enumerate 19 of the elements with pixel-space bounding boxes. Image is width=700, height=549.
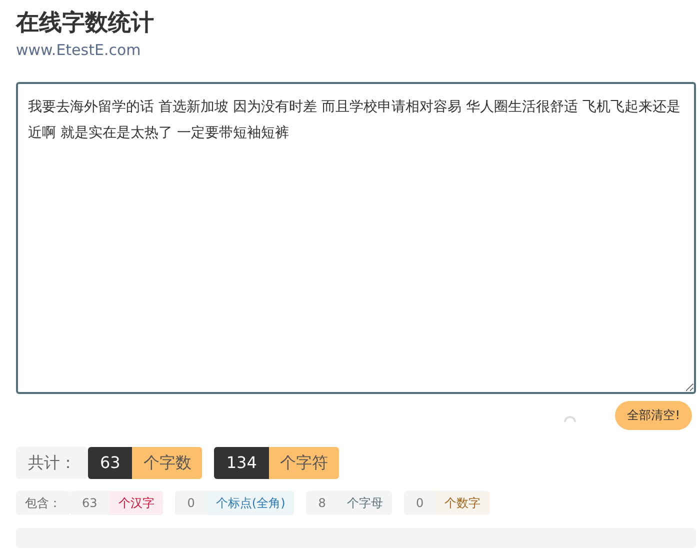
unit-badge: 个字数 <box>132 447 202 479</box>
unit-badge: 个字母 <box>338 491 392 515</box>
contains-label: 包含： <box>16 491 70 515</box>
count-badge: 0 <box>175 491 207 515</box>
unit-badge: 个字符 <box>268 447 339 479</box>
count-badge: 134 <box>214 447 269 479</box>
count-badge: 63 <box>70 491 110 515</box>
page-title: 在线字数统计 <box>16 9 154 38</box>
unit-badge: 个汉字 <box>109 491 164 515</box>
clear-all-button[interactable]: 全部清空! <box>615 400 692 430</box>
count-badge: 63 <box>88 447 132 479</box>
count-badge: 0 <box>404 491 436 515</box>
loading-spinner-icon <box>563 413 578 423</box>
unit-badge: 个标点(全角) <box>206 491 294 515</box>
count-badge: 8 <box>306 491 338 515</box>
text-input-field[interactable]: 我要去海外留学的话 首选新加坡 因为没有时差 而且学校申请相对容易 华人圈生活很舒适 飞机飞起来还是近啊 就是实在是太热了 一定要带短袖短裤 <box>16 82 696 394</box>
site-url: www.EtestE.com <box>16 41 141 59</box>
total-label: 共计： <box>16 447 88 479</box>
unit-badge: 个数字 <box>436 491 490 515</box>
